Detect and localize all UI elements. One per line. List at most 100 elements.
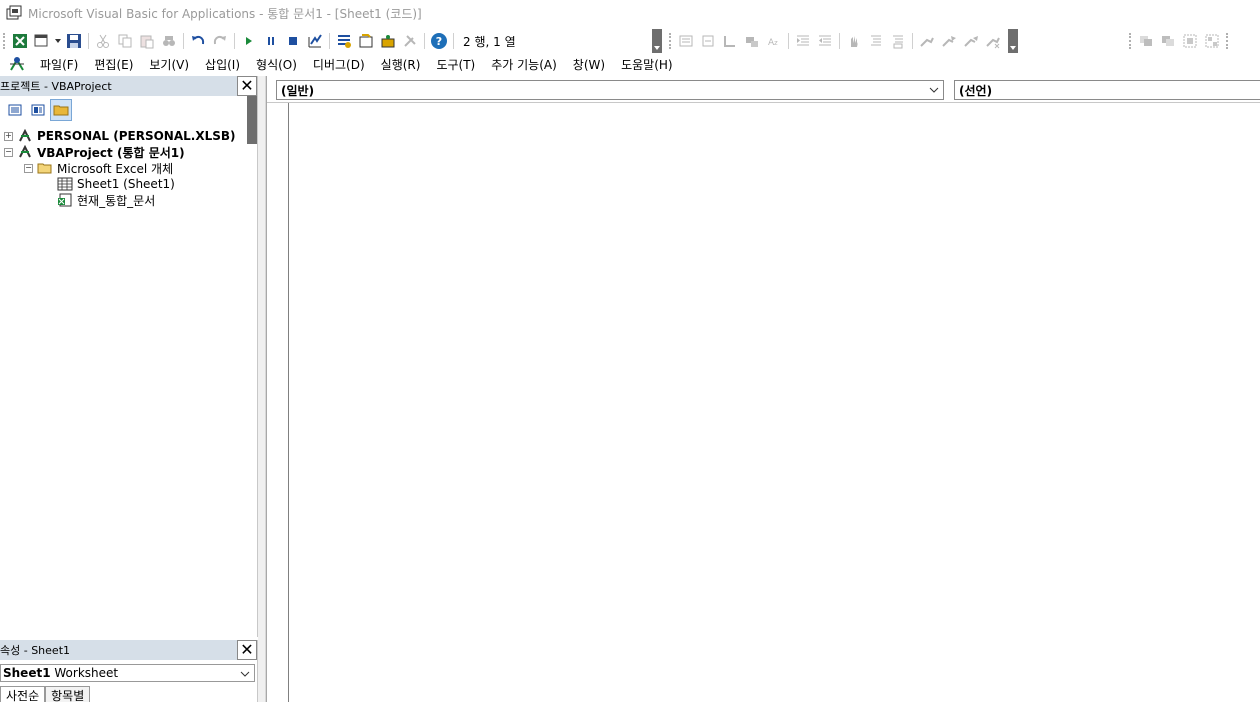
vba-project-icon xyxy=(17,129,33,143)
pane-splitter[interactable] xyxy=(258,76,266,702)
tree-collapse-icon[interactable]: − xyxy=(4,147,13,157)
ungroup-icon[interactable] xyxy=(1201,30,1223,52)
edit-toolbar-grip[interactable] xyxy=(668,33,672,49)
edit-toolbar-overflow-grip[interactable] xyxy=(1007,29,1018,53)
standard-toolbar: ? 2 행, 1 열 Az xyxy=(0,28,1260,54)
menu-edit[interactable]: 편집(E) xyxy=(86,56,141,73)
tree-item-excel-objects[interactable]: − Microsoft Excel 개체 xyxy=(4,160,257,176)
code-window-header: (일반) (선언) xyxy=(267,76,1260,102)
userform-toolbar-grip[interactable] xyxy=(1128,33,1132,49)
procedure-combo[interactable]: (선언) xyxy=(954,80,1260,100)
menu-window[interactable]: 창(W) xyxy=(565,56,613,73)
menu-run[interactable]: 실행(R) xyxy=(373,56,429,73)
tree-item-vbaproject[interactable]: − VBAProject (통합 문서1) xyxy=(4,144,257,160)
svg-text:?: ? xyxy=(436,35,442,48)
break-icon[interactable] xyxy=(260,30,282,52)
menu-tools[interactable]: 도구(T) xyxy=(428,56,483,73)
indent-icon[interactable] xyxy=(792,30,814,52)
next-bookmark-icon[interactable] xyxy=(938,30,960,52)
properties-object-select[interactable]: Sheet1 Worksheet xyxy=(0,664,255,682)
toolbox-icon[interactable] xyxy=(399,30,421,52)
uncomment-block-icon[interactable] xyxy=(887,30,909,52)
cursor-position: 2 행, 1 열 xyxy=(463,34,516,49)
menu-addins[interactable]: 추가 기능(A) xyxy=(483,56,565,73)
list-constants-icon[interactable] xyxy=(697,30,719,52)
insert-dropdown-icon[interactable] xyxy=(53,30,63,52)
design-mode-icon[interactable] xyxy=(304,30,326,52)
tree-item-label: Microsoft Excel 개체 xyxy=(57,161,174,176)
view-code-icon[interactable] xyxy=(4,99,26,121)
menu-file[interactable]: 파일(F) xyxy=(32,56,86,73)
tree-item-sheet1[interactable]: Sheet1 (Sheet1) xyxy=(4,176,257,192)
clear-bookmarks-icon[interactable] xyxy=(982,30,1004,52)
menu-insert[interactable]: 삽입(I) xyxy=(197,56,248,73)
outdent-icon[interactable] xyxy=(814,30,836,52)
undo-icon[interactable] xyxy=(187,30,209,52)
previous-bookmark-icon[interactable] xyxy=(960,30,982,52)
comment-block-icon[interactable] xyxy=(865,30,887,52)
properties-window-icon[interactable] xyxy=(355,30,377,52)
toolbar-separator xyxy=(183,33,184,49)
cut-icon[interactable] xyxy=(92,30,114,52)
insert-userform-icon[interactable] xyxy=(31,30,53,52)
toolbar-separator xyxy=(234,33,235,49)
toolbar-separator xyxy=(88,33,89,49)
properties-object-type: Worksheet xyxy=(54,666,119,680)
copy-icon[interactable] xyxy=(114,30,136,52)
quick-info-icon[interactable] xyxy=(719,30,741,52)
reset-icon[interactable] xyxy=(282,30,304,52)
code-editor[interactable] xyxy=(267,102,1260,702)
toggle-folders-icon[interactable] xyxy=(50,99,72,121)
redo-icon[interactable] xyxy=(209,30,231,52)
tree-item-personal[interactable]: + PERSONAL (PERSONAL.XLSB) xyxy=(4,128,257,144)
menu-format[interactable]: 형식(O) xyxy=(248,56,305,73)
bring-to-front-icon[interactable] xyxy=(1135,30,1157,52)
toolbar-separator xyxy=(911,33,913,49)
tree-item-label: VBAProject (통합 문서1) xyxy=(37,145,185,160)
toggle-bookmark-icon[interactable] xyxy=(916,30,938,52)
help-icon[interactable]: ? xyxy=(428,30,450,52)
vba-menu-icon[interactable] xyxy=(8,55,26,73)
save-icon[interactable] xyxy=(63,30,85,52)
svg-text:z: z xyxy=(774,39,778,47)
find-icon[interactable] xyxy=(158,30,180,52)
send-to-back-icon[interactable] xyxy=(1157,30,1179,52)
procedure-combo-value: (선언) xyxy=(959,83,993,98)
menu-help[interactable]: 도움말(H) xyxy=(613,56,681,73)
toolbar-overflow-grip[interactable] xyxy=(651,29,662,53)
list-properties-icon[interactable] xyxy=(675,30,697,52)
run-icon[interactable] xyxy=(238,30,260,52)
group-icon[interactable] xyxy=(1179,30,1201,52)
menu-view[interactable]: 보기(V) xyxy=(141,56,197,73)
properties-pane-close-button[interactable]: ✕ xyxy=(237,640,257,660)
toggle-breakpoint-icon[interactable] xyxy=(843,30,865,52)
project-pane-toolbar xyxy=(0,96,257,144)
complete-word-icon[interactable]: Az xyxy=(763,30,785,52)
project-pane-header: 프로젝트 - VBAProject ✕ xyxy=(0,76,257,96)
tree-collapse-icon[interactable]: − xyxy=(24,163,33,173)
project-explorer-icon[interactable] xyxy=(333,30,355,52)
toolbar-edge-grip[interactable] xyxy=(1225,33,1229,49)
tab-alphabetic[interactable]: 사전순 xyxy=(0,686,46,702)
code-window: (일반) (선언) xyxy=(266,76,1260,702)
paste-icon[interactable] xyxy=(136,30,158,52)
tree-item-label: 현재_통합_문서 xyxy=(77,193,156,208)
tab-categorized[interactable]: 항목별 xyxy=(45,686,91,702)
code-margin-indicator-bar[interactable] xyxy=(267,103,289,702)
toolbar-separator xyxy=(424,33,425,49)
tree-item-workbook[interactable]: 현재_통합_문서 xyxy=(4,192,257,208)
toolbar-separator xyxy=(787,33,789,49)
folder-open-icon xyxy=(37,161,53,175)
tree-expand-icon[interactable]: + xyxy=(4,131,13,141)
object-combo[interactable]: (일반) xyxy=(276,80,944,100)
parameter-info-icon[interactable] xyxy=(741,30,763,52)
properties-pane-header: 속성 - Sheet1 ✕ xyxy=(0,640,257,660)
toolbar-separator xyxy=(838,33,840,49)
view-object-icon[interactable] xyxy=(27,99,49,121)
toolbar-grip[interactable] xyxy=(3,33,6,49)
project-pane-close-button[interactable]: ✕ xyxy=(237,76,257,96)
window-title: Microsoft Visual Basic for Applications … xyxy=(28,6,422,21)
view-excel-icon[interactable] xyxy=(9,30,31,52)
object-browser-icon[interactable] xyxy=(377,30,399,52)
menu-debug[interactable]: 디버그(D) xyxy=(305,56,373,73)
